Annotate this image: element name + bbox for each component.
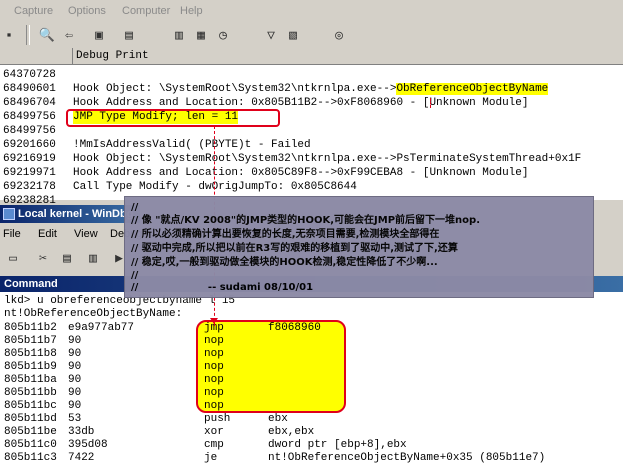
disasm-bytes: 90 [68,400,82,412]
disasm-addr: 805b11c3 [4,452,57,464]
menu-options[interactable]: Options [68,5,106,17]
open-icon[interactable]: ▭ [4,249,22,267]
disasm-bytes: e9a977ab77 [68,322,135,334]
filter-icon[interactable]: ▥ [170,26,188,44]
disasm-addr: 805b11b7 [4,335,57,347]
comment-overlay: // // 像 "就点/KV 2008"的JMP类型的HOOK,可能会在JMP前… [124,196,594,298]
disasm-addr: 805b11b9 [4,361,57,373]
toolbar: ▪ 🔍 ⇦ ▣ ▤ ▥ ▦ ◷ ▽ ▧ ◎ [0,22,623,49]
disasm-op: push [204,413,231,425]
menu-bar: Capture Options Computer Help [0,0,623,22]
disasm-bytes: 7422 [68,452,95,464]
jmp-callout-box [66,109,280,127]
disasm-bytes: 90 [68,387,82,399]
disasm-arg: dword ptr [ebp+8],ebx [268,439,407,451]
arrow-head-icon [210,318,218,324]
properties-icon[interactable]: ▧ [284,26,302,44]
disasm-addr: 805b11c0 [4,439,57,451]
funnel-icon[interactable]: ▽ [262,26,280,44]
debug-view: Debug Print 64370728 68490601 Hook Object… [0,48,623,207]
disasm-op: nop [204,374,224,386]
kernel-window: Local kernel - WinDbg File Edit View Deb… [0,205,142,285]
computer-icon[interactable]: ▤ [120,26,138,44]
highlighted-symbol: ObReferenceObjectByName [396,83,549,95]
cut-icon[interactable]: ✂ [34,249,52,267]
save-icon[interactable]: ▪ [0,26,18,44]
highlight-icon[interactable]: ▦ [192,26,210,44]
disasm-addr: 805b11ba [4,374,57,386]
disasm-op: xor [204,426,224,438]
disasm-op: cmp [204,439,224,451]
disasm-addr: 805b11bd [4,413,57,425]
scroll-icon[interactable]: ⇦ [60,26,78,44]
disasm-bytes: 90 [68,335,82,347]
disasm-addr: 805b11b2 [4,322,57,334]
copy-icon[interactable]: ▤ [58,249,76,267]
kernel-titlebar[interactable]: Local kernel - WinDbg [0,205,140,223]
kmenu-edit[interactable]: Edit [38,228,57,240]
col-debug-print[interactable]: Debug Print [76,50,149,62]
binoculars-icon[interactable]: ◎ [330,26,348,44]
disasm-op: nop [204,348,224,360]
disasm-op: nop [204,400,224,412]
disasm-op: nop [204,387,224,399]
kernel-toolbar: ▭ ✂ ▤ ▥ ▶ [0,245,140,273]
disasm-addr: 805b11bb [4,387,57,399]
disasm-bytes: 395d08 [68,439,108,451]
disasm-op: nop [204,335,224,347]
symbol-label: nt!ObReferenceObjectByName: [4,308,183,320]
disasm-bytes: 33db [68,426,95,438]
disasm-addr: 805b11b8 [4,348,57,360]
kmenu-view[interactable]: View [74,228,98,240]
disasm-addr: 805b11be [4,426,57,438]
kmenu-file[interactable]: File [3,228,21,240]
kernel-menu: File Edit View Debug [0,223,142,245]
arrow-connector-upper [430,98,431,108]
disasm-addr: 805b11bc [4,400,57,412]
disasm-arg: ebx [268,413,288,425]
clock-icon[interactable]: ◷ [214,26,232,44]
disasm-arg: ebx,ebx [268,426,315,438]
windbg-icon [3,208,15,220]
disasm-bytes: 90 [68,348,82,360]
disasm-bytes: 90 [68,374,82,386]
menu-computer[interactable]: Computer [122,5,170,17]
menu-capture[interactable]: Capture [14,5,53,17]
disasm-arg: f8068960 [268,322,321,334]
find-icon[interactable]: 🔍 [38,26,56,44]
capture-icon[interactable]: ▣ [90,26,108,44]
disasm-op: je [204,452,218,464]
debug-header: Debug Print [0,48,623,65]
disasm-arg: nt!ObReferenceObjectByName+0x35 (805b11e… [268,452,546,464]
disasm-bytes: 53 [68,413,82,425]
menu-help[interactable]: Help [180,5,203,17]
paste-icon[interactable]: ▥ [84,249,102,267]
disasm-op: nop [204,361,224,373]
disasm-bytes: 90 [68,361,82,373]
